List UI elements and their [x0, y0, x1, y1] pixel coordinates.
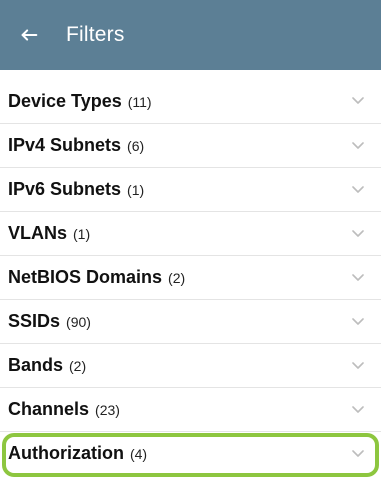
filter-count: (2) [168, 270, 186, 286]
chevron-down-icon[interactable] [351, 271, 365, 285]
filter-count: (6) [127, 138, 145, 154]
filter-name: Channels [8, 399, 90, 419]
filter-count: (2) [69, 358, 87, 374]
chevron-down-icon[interactable] [351, 447, 365, 461]
filter-row-authorization[interactable]: Authorization (4) [0, 431, 381, 475]
chevron-down-icon[interactable] [351, 139, 365, 153]
filter-name: SSIDs [8, 311, 61, 331]
filter-count: (1) [73, 226, 91, 242]
filter-label: VLANs (1) [8, 223, 90, 244]
filter-count: (90) [66, 314, 91, 330]
chevron-down-icon[interactable] [351, 183, 365, 197]
chevron-down-icon[interactable] [351, 315, 365, 329]
filter-count: (23) [95, 402, 120, 418]
filter-row-ssids[interactable]: SSIDs (90) [0, 299, 381, 343]
filter-name: Authorization [8, 443, 124, 463]
filter-name: Device Types [8, 90, 122, 111]
back-button[interactable] [16, 22, 42, 48]
filter-row-vlans[interactable]: VLANs (1) [0, 211, 381, 255]
filter-name: NetBIOS Domains [8, 267, 163, 287]
filter-count: (4) [129, 446, 148, 462]
filter-label: IPv6 Subnets (1) [8, 179, 144, 200]
chevron-down-icon[interactable] [351, 227, 365, 241]
app-header: Filters [0, 0, 381, 70]
filter-count: (11) [127, 93, 152, 110]
filter-row-ipv6-subnets[interactable]: IPv6 Subnets (1) [0, 167, 381, 211]
filter-row-device-types[interactable]: Device Types (11) [0, 79, 381, 123]
chevron-down-icon[interactable] [351, 359, 365, 373]
filter-name: IPv4 Subnets [8, 135, 122, 155]
filter-row-bands[interactable]: Bands (2) [0, 343, 381, 387]
filter-name: IPv6 Subnets [8, 179, 122, 199]
filter-label: NetBIOS Domains (2) [8, 267, 185, 288]
filter-row-netbios-domains[interactable]: NetBIOS Domains (2) [0, 255, 381, 299]
filter-count: (1) [127, 182, 145, 198]
filter-label: Channels (23) [8, 399, 120, 420]
filter-label: Bands (2) [8, 355, 86, 376]
filter-label: IPv4 Subnets (6) [8, 135, 144, 156]
page-title: Filters [66, 23, 125, 46]
filter-name: VLANs [8, 223, 68, 243]
chevron-down-icon[interactable] [351, 403, 365, 417]
filter-label: SSIDs (90) [8, 311, 91, 332]
chevron-down-icon[interactable] [351, 94, 365, 108]
filter-row-ipv4-subnets[interactable]: IPv4 Subnets (6) [0, 123, 381, 167]
filter-name: Bands [8, 355, 64, 375]
filter-label: Device Types (11) [8, 91, 152, 112]
filter-label: Authorization (4) [8, 443, 147, 464]
arrow-left-icon [21, 29, 38, 41]
filter-list: Device Types (11) IPv4 Subnets (6) IPv6 … [0, 79, 381, 475]
filter-row-channels[interactable]: Channels (23) [0, 387, 381, 431]
